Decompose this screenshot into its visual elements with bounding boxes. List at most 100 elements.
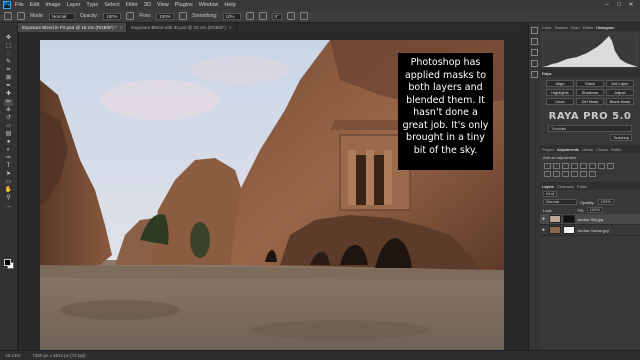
tab-libraries[interactable]: Librari [582, 147, 593, 152]
quick-select-tool-icon[interactable]: ✎ [4, 59, 13, 66]
layer-mask-thumbnail[interactable] [563, 226, 575, 234]
tab-exposure-blend-ps[interactable]: Exposure Blend in PS.psd @ 18.1% (RGB/8*… [18, 23, 128, 32]
menu-filter[interactable]: Filter [126, 2, 138, 8]
properties-icon[interactable] [531, 38, 538, 45]
tab-paths[interactable]: Paths [577, 184, 587, 189]
raya-del-mask-button[interactable]: Del Mask [576, 98, 604, 105]
pressure-size-icon[interactable] [286, 12, 295, 20]
tab-swatches[interactable]: Swatch [555, 25, 568, 30]
menu-image[interactable]: Image [45, 2, 60, 8]
vibrance-icon[interactable] [580, 163, 587, 169]
menu-type[interactable]: Type [86, 2, 98, 8]
gradient-map-icon[interactable] [589, 171, 596, 177]
close-icon[interactable]: × [229, 25, 232, 30]
angle-icon[interactable] [258, 12, 267, 20]
move-tool-icon[interactable]: ✥ [4, 35, 13, 42]
raya-highlights-button[interactable]: Highlights [546, 89, 574, 96]
black-white-icon[interactable] [607, 163, 614, 169]
stamp-tool-icon[interactable]: ⎈ [4, 107, 13, 114]
lasso-tool-icon[interactable]: ◌ [4, 51, 13, 58]
tab-adjustments[interactable]: Adjustments [557, 147, 579, 152]
tab-color[interactable]: Color [542, 25, 552, 30]
zoom-tool-icon[interactable]: ⚲ [4, 195, 13, 202]
tab-channels-top[interactable]: Chann [596, 147, 608, 152]
menu-window[interactable]: Window [199, 2, 219, 8]
raya-del-layer-button[interactable]: Del Layer [606, 80, 634, 87]
tab-layers[interactable]: Layers [542, 184, 554, 189]
raya-undo-button[interactable]: Undo [546, 98, 574, 105]
raya-shadows-button[interactable]: Shadows [576, 89, 604, 96]
raya-stack-button[interactable]: Stack [576, 80, 604, 87]
exposure-icon[interactable] [571, 163, 578, 169]
raya-blank-mask-button[interactable]: Blank Mask [606, 98, 634, 105]
menu-layer[interactable]: Layer [67, 2, 81, 8]
flow-field[interactable]: 100% [156, 12, 175, 20]
marquee-tool-icon[interactable]: ⬚ [4, 43, 13, 50]
menu-edit[interactable]: Edit [30, 2, 39, 8]
menu-view[interactable]: View [157, 2, 169, 8]
more-tools-icon[interactable]: … [4, 203, 13, 210]
channel-mixer-icon[interactable] [553, 171, 560, 177]
tab-histogram[interactable]: Histogram [596, 25, 614, 30]
airbrush-icon[interactable] [179, 12, 188, 20]
threshold-icon[interactable] [580, 171, 587, 177]
eraser-tool-icon[interactable]: ▱ [4, 123, 13, 130]
raya-align-button[interactable]: Align [546, 80, 574, 87]
close-icon[interactable]: ✕ [625, 1, 637, 9]
smoothing-field[interactable]: 10% [222, 12, 241, 20]
close-icon[interactable]: × [120, 25, 123, 30]
layer-kind-filter[interactable]: Kind [543, 191, 558, 197]
brush-tool-icon[interactable]: ✏ [4, 99, 13, 106]
path-select-tool-icon[interactable]: ➤ [4, 171, 13, 178]
layer-row[interactable]: ● Jordan Sky.jpg [540, 214, 640, 225]
tab-properties[interactable]: Proper [542, 147, 554, 152]
menu-select[interactable]: Select [104, 2, 119, 8]
brush-preset-icon[interactable] [4, 12, 12, 20]
smoothing-options-icon[interactable] [245, 12, 254, 20]
levels-icon[interactable] [553, 163, 560, 169]
minimize-icon[interactable]: – [601, 1, 613, 9]
raya-tutorials-select[interactable]: Tutorials [548, 125, 632, 132]
type-tool-icon[interactable]: T [4, 163, 13, 170]
fill-field[interactable]: 100% [586, 207, 604, 213]
posterize-icon[interactable] [571, 171, 578, 177]
tab-raya[interactable]: Raya [542, 71, 551, 76]
angle-field[interactable]: 0° [271, 12, 282, 20]
visibility-eye-icon[interactable]: ● [542, 216, 547, 222]
maximize-icon[interactable]: □ [613, 1, 625, 9]
invert-icon[interactable] [562, 171, 569, 177]
gradient-tool-icon[interactable]: ▤ [4, 131, 13, 138]
mode-select[interactable]: Normal [48, 12, 75, 20]
character-icon[interactable] [531, 49, 538, 56]
tab-patterns[interactable]: Patter [583, 25, 594, 30]
tab-channels[interactable]: Channels [557, 184, 574, 189]
raya-adjust-button[interactable]: Adjust [606, 89, 634, 96]
menu-3d[interactable]: 3D [144, 2, 151, 8]
pressure-opacity-icon[interactable] [126, 12, 135, 20]
tab-gradients[interactable]: Grad [571, 25, 580, 30]
dodge-tool-icon[interactable]: ◐ [4, 147, 13, 154]
brush-settings-panel-icon[interactable] [531, 71, 538, 78]
history-brush-tool-icon[interactable]: ↺ [4, 115, 13, 122]
zoom-level[interactable]: 18.14% [5, 353, 20, 358]
layer-opacity-field[interactable]: 100% [597, 199, 614, 205]
crop-tool-icon[interactable]: ⌗ [4, 67, 13, 74]
hue-saturation-icon[interactable] [589, 163, 596, 169]
menu-file[interactable]: File [15, 2, 24, 8]
tab-exposure-blend-id[interactable]: Exposure Blend with ID.psd @ 18.1% (RGB/… [127, 23, 237, 32]
blur-tool-icon[interactable]: ● [4, 139, 13, 146]
pen-tool-icon[interactable]: ✑ [4, 155, 13, 162]
menu-plugins[interactable]: Plugins [175, 2, 193, 8]
brightness-icon[interactable] [544, 163, 551, 169]
raya-toolshop-button[interactable]: Toolshop [610, 134, 632, 141]
layer-mask-thumbnail[interactable] [563, 215, 575, 223]
healing-tool-icon[interactable]: ✚ [4, 91, 13, 98]
photo-filter-icon[interactable] [544, 171, 551, 177]
tab-paths-top[interactable]: Paths [611, 147, 621, 152]
hand-tool-icon[interactable]: ✋ [4, 187, 13, 194]
shape-tool-icon[interactable]: ▭ [4, 179, 13, 186]
eyedropper-tool-icon[interactable]: ✒ [4, 83, 13, 90]
paragraph-icon[interactable] [531, 60, 538, 67]
symmetry-icon[interactable] [299, 12, 308, 20]
color-balance-icon[interactable] [598, 163, 605, 169]
